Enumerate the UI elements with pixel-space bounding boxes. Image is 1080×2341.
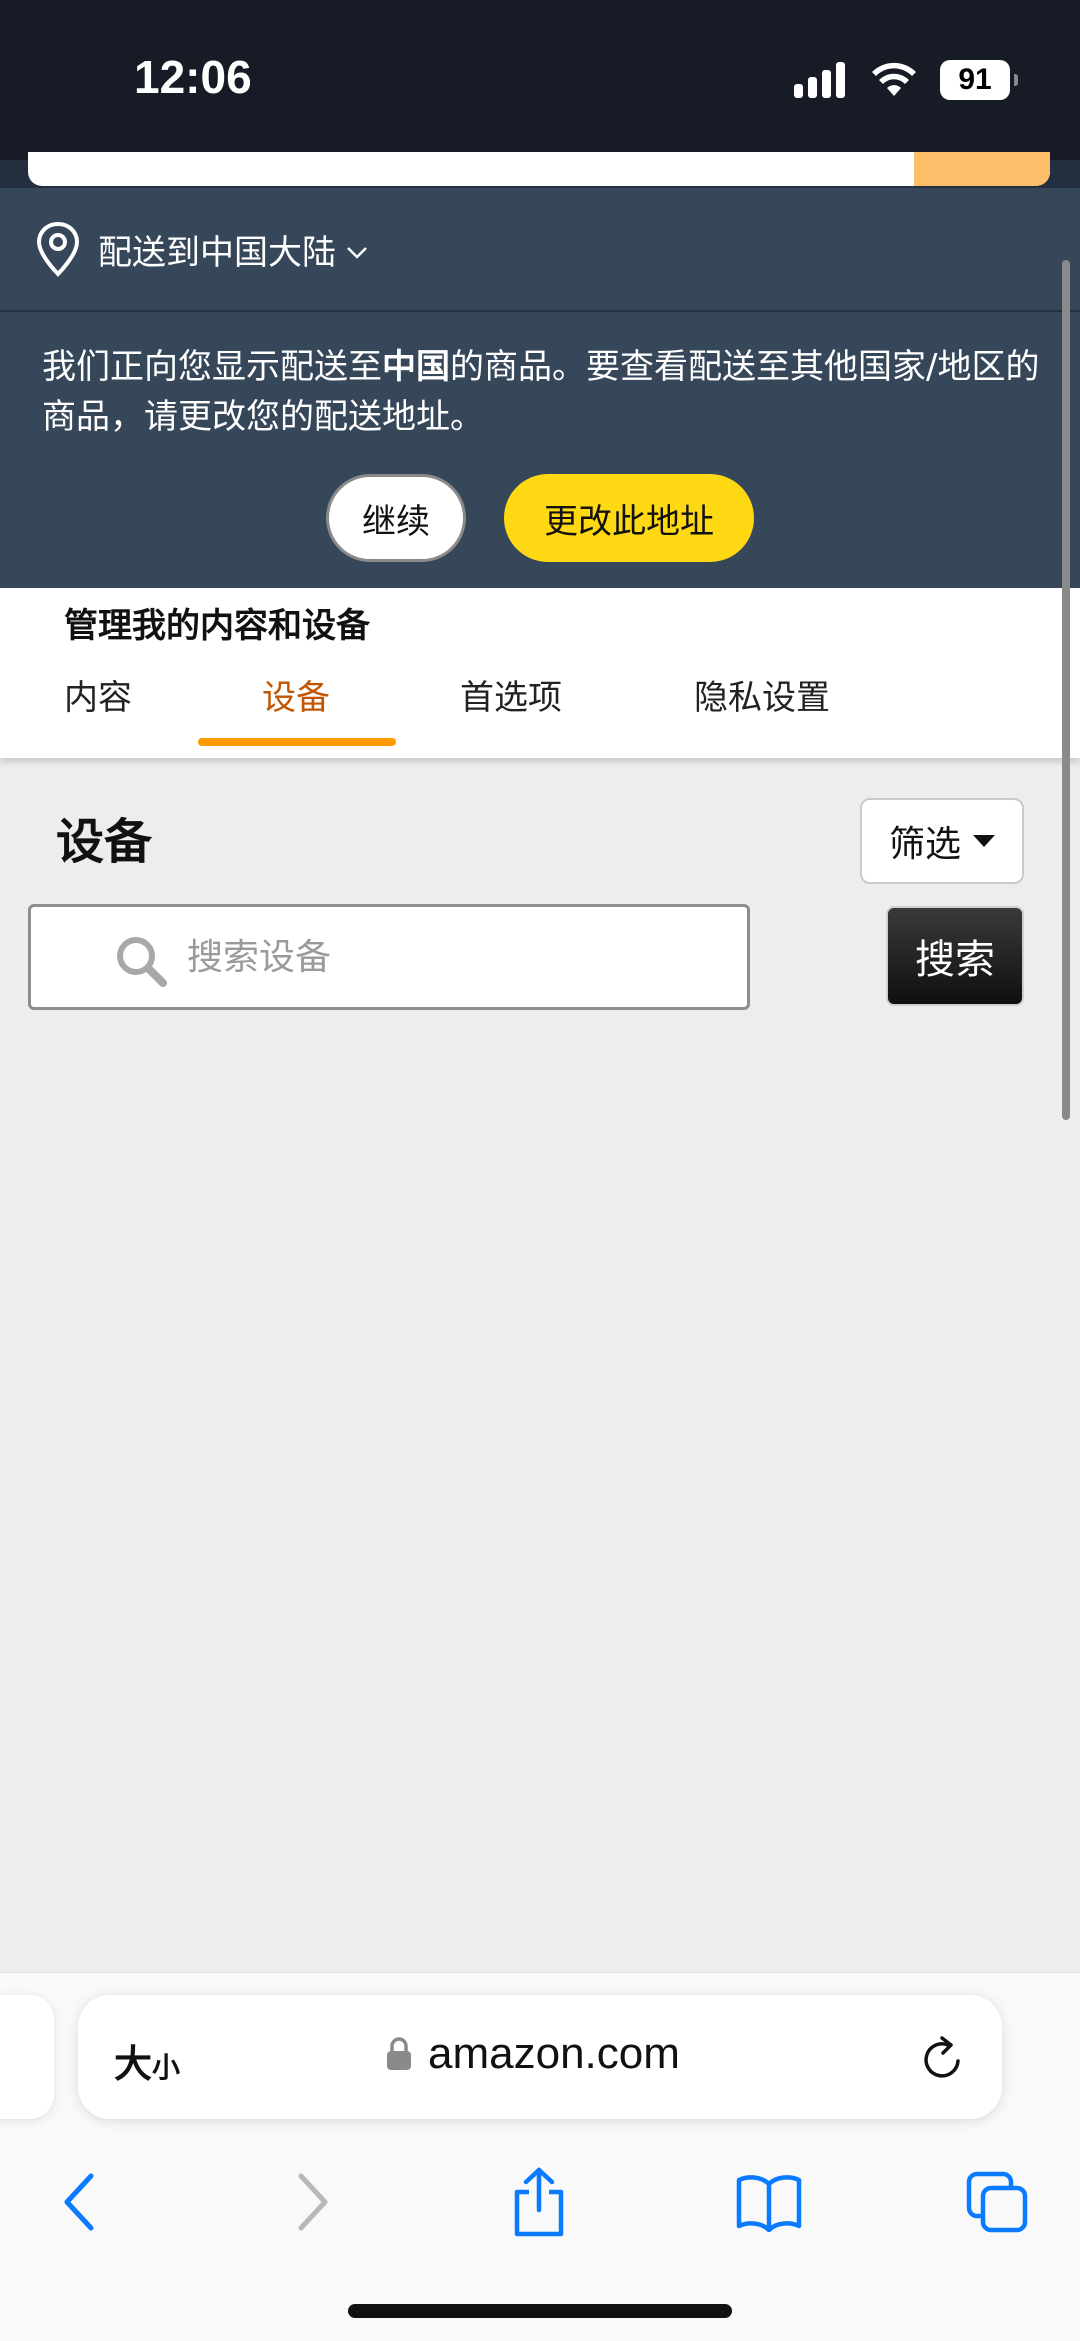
tab-content[interactable]: 内容	[64, 668, 132, 758]
page-settings-button[interactable]: 大小	[114, 2033, 180, 2088]
forward-button[interactable]	[278, 2167, 348, 2237]
devices-heading: 设备	[56, 814, 153, 870]
wifi-icon	[872, 62, 916, 96]
page: 12:06 91 配送到中国大陆 我们正向您显示配送至中国的商品。要查看配送至其…	[0, 0, 1080, 2341]
device-search-box[interactable]	[28, 904, 750, 1010]
battery-indicator: 91	[940, 60, 1018, 100]
deliver-to-bar[interactable]: 配送到中国大陆	[0, 188, 1080, 310]
tabs-icon	[966, 2171, 1028, 2233]
page-title: 管理我的内容和设备	[64, 606, 370, 646]
status-icons: 91	[794, 58, 1018, 102]
page-scrollbar[interactable]	[1062, 260, 1070, 1120]
lock-icon	[387, 2037, 411, 2070]
home-indicator[interactable]	[348, 2304, 732, 2318]
tabs: 内容 设备 首选项 隐私设置	[0, 668, 1080, 758]
continue-button[interactable]: 继续	[326, 474, 466, 562]
safari-bottom-bar: 大小 amazon.com	[0, 1972, 1080, 2341]
safari-toolbar	[0, 2149, 1080, 2259]
bookmarks-icon	[736, 2175, 802, 2232]
filter-button[interactable]: 筛选	[860, 798, 1024, 884]
amazon-search-bar[interactable]	[28, 152, 1050, 186]
share-button[interactable]	[504, 2167, 574, 2237]
chevron-down-icon	[347, 247, 367, 259]
filter-label: 筛选	[888, 824, 961, 865]
location-pin-icon	[36, 221, 80, 277]
forward-icon	[298, 2173, 328, 2231]
content-header: 管理我的内容和设备 内容 设备 首选项 隐私设置	[0, 588, 1080, 758]
share-icon	[514, 2167, 564, 2237]
bookmarks-button[interactable]	[734, 2167, 804, 2237]
device-search-input[interactable]	[187, 927, 727, 987]
tab-preferences[interactable]: 首选项	[460, 668, 562, 758]
amazon-search-strip	[0, 152, 1080, 188]
notice-text-country: 中国	[382, 347, 450, 387]
active-tab-underline	[198, 738, 396, 746]
battery-level: 91	[958, 63, 992, 96]
url-display[interactable]: amazon.com	[386, 2029, 680, 2079]
previous-tab-peek[interactable]	[0, 1995, 54, 2119]
change-address-button[interactable]: 更改此地址	[504, 474, 754, 562]
delivery-notice: 我们正向您显示配送至中国的商品。要查看配送至其他国家/地区的商品，请更改您的配送…	[0, 310, 1080, 588]
tab-privacy-settings[interactable]: 隐私设置	[694, 668, 830, 758]
back-icon	[64, 2173, 94, 2231]
tabs-button[interactable]	[962, 2167, 1032, 2237]
status-bar: 12:06 91	[0, 0, 1080, 160]
deliver-to-label: 配送到中国大陆	[98, 232, 336, 273]
notice-text-1: 我们正向您显示配送至	[42, 347, 382, 387]
address-bar[interactable]: 大小 amazon.com	[78, 1995, 1002, 2119]
status-time: 12:06	[134, 51, 252, 103]
cellular-signal-icon	[794, 62, 845, 98]
notice-message: 我们正向您显示配送至中国的商品。要查看配送至其他国家/地区的商品，请更改您的配送…	[42, 342, 1042, 442]
search-button[interactable]: 搜索	[886, 906, 1024, 1006]
search-icon	[117, 937, 167, 987]
url-text: amazon.com	[428, 2029, 680, 2078]
caret-down-icon	[973, 835, 995, 847]
reload-icon[interactable]	[918, 2033, 966, 2083]
amazon-search-submit[interactable]	[914, 152, 1050, 186]
aa-big: 大	[114, 2044, 153, 2086]
aa-small: 小	[152, 2052, 181, 2083]
back-button[interactable]	[44, 2167, 114, 2237]
